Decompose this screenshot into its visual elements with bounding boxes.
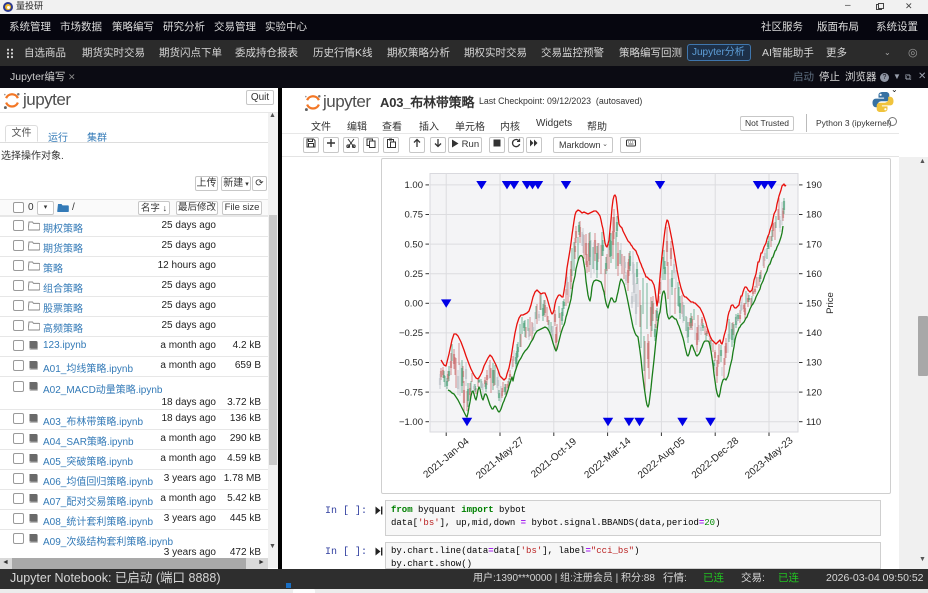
svg-text:Price: Price (825, 292, 836, 314)
svg-text:150: 150 (806, 299, 822, 310)
svg-text:2021-Jan-04: 2021-Jan-04 (421, 436, 471, 481)
svg-text:1.00: 1.00 (405, 180, 424, 191)
svg-text:0.25: 0.25 (405, 269, 424, 280)
svg-text:2022-Aug-05: 2022-Aug-05 (636, 435, 688, 481)
svg-text:0.75: 0.75 (405, 210, 424, 221)
svg-text:130: 130 (806, 358, 822, 369)
svg-text:2021-Oct-19: 2021-Oct-19 (529, 436, 579, 480)
svg-text:190: 190 (806, 180, 822, 191)
svg-text:160: 160 (806, 269, 822, 280)
svg-text:−0.25: −0.25 (399, 328, 423, 339)
svg-text:0.00: 0.00 (405, 299, 424, 310)
svg-text:140: 140 (806, 328, 822, 339)
svg-text:180: 180 (806, 210, 822, 221)
svg-text:−0.50: −0.50 (399, 358, 423, 369)
svg-text:120: 120 (806, 387, 822, 398)
svg-text:170: 170 (806, 239, 822, 250)
svg-text:2023-May-23: 2023-May-23 (743, 435, 796, 482)
svg-text:−0.75: −0.75 (399, 387, 423, 398)
svg-text:0.50: 0.50 (405, 239, 424, 250)
svg-text:2022-Mar-14: 2022-Mar-14 (582, 435, 633, 481)
svg-text:2021-May-27: 2021-May-27 (474, 435, 527, 482)
svg-text:110: 110 (806, 417, 821, 428)
svg-text:2022-Dec-28: 2022-Dec-28 (690, 435, 742, 481)
svg-text:−1.00: −1.00 (399, 417, 423, 428)
